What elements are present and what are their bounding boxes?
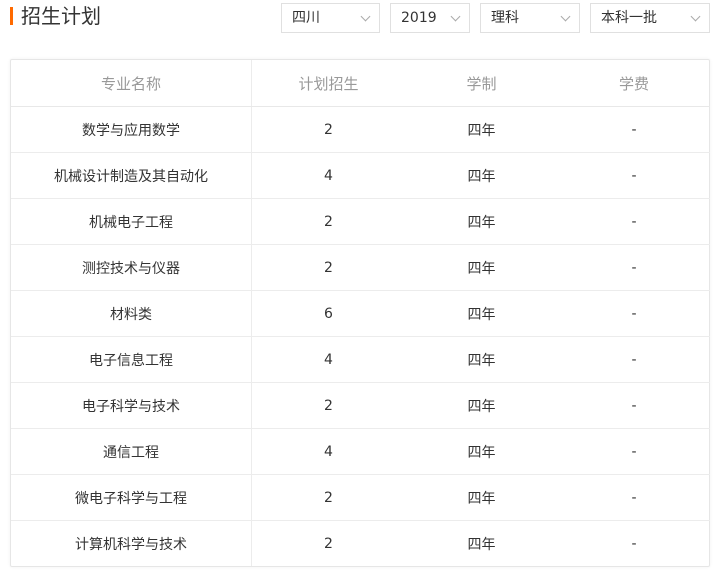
duration-cell: 四年: [405, 428, 558, 475]
major-cell: 电子信息工程: [11, 336, 252, 383]
major-cell: 计算机科学与技术: [11, 520, 252, 566]
plan-cell: 6: [251, 290, 405, 337]
plan-cell: 2: [251, 382, 405, 429]
batch-select-value: 本科一批: [601, 10, 657, 26]
duration-cell: 四年: [405, 474, 558, 521]
fee-cell: -: [558, 290, 710, 337]
column-header-plan: 计划招生: [251, 60, 405, 107]
major-cell: 材料类: [11, 290, 252, 337]
fee-cell: -: [558, 428, 710, 475]
plan-cell: 2: [251, 198, 405, 245]
duration-cell: 四年: [405, 152, 558, 199]
duration-cell: 四年: [405, 106, 558, 153]
column-header-major: 专业名称: [11, 60, 252, 107]
fee-cell: -: [558, 244, 710, 291]
duration-cell: 四年: [405, 198, 558, 245]
subject-select[interactable]: 理科: [480, 3, 580, 33]
column-header-fee: 学费: [558, 60, 710, 107]
chevron-down-icon: [360, 11, 371, 22]
column-header-duration: 学制: [405, 60, 558, 107]
chevron-down-icon: [690, 11, 701, 22]
duration-cell: 四年: [405, 244, 558, 291]
major-cell: 机械电子工程: [11, 198, 252, 245]
duration-cell: 四年: [467, 536, 496, 553]
province-select[interactable]: 四川: [281, 3, 380, 33]
subject-select-value: 理科: [491, 10, 519, 26]
plan-cell: 2: [251, 244, 405, 291]
fee-cell: -: [558, 382, 710, 429]
fee-cell: -: [631, 535, 637, 552]
header: 招生计划 四川 2019 理科 本科一批: [0, 0, 720, 44]
major-cell: 数学与应用数学: [11, 106, 252, 153]
chevron-down-icon: [560, 11, 571, 22]
plan-cell: 4: [251, 152, 405, 199]
table-row: 通信工程 4 四年 -: [11, 428, 710, 475]
title-accent-bar: [10, 7, 13, 25]
major-cell: 通信工程: [11, 428, 252, 475]
plan-cell: 2: [324, 535, 333, 552]
fee-cell: -: [558, 106, 710, 153]
fee-cell: -: [558, 198, 710, 245]
table-row: 材料类 6 四年 -: [11, 290, 710, 337]
plan-cell: 2: [251, 106, 405, 153]
table-row: 机械设计制造及其自动化 4 四年 -: [11, 152, 710, 199]
plan-cell: 4: [251, 336, 405, 383]
fee-cell: -: [558, 152, 710, 199]
table-header-row: 专业名称 计划招生 学制 学费: [11, 60, 710, 107]
table-row: 电子科学与技术 2 四年 -: [11, 382, 710, 429]
major-cell: 电子科学与技术: [11, 382, 252, 429]
major-cell: 微电子科学与工程: [11, 474, 252, 521]
table-row: 电子信息工程 4 四年 -: [11, 336, 710, 383]
major-cell: 机械设计制造及其自动化: [11, 152, 252, 199]
plan-cell: 2: [251, 474, 405, 521]
page-title: 招生计划: [21, 4, 101, 28]
batch-select[interactable]: 本科一批: [590, 3, 710, 33]
table-row: 计算机科学与技术 2 四年 -: [11, 520, 710, 566]
year-select-value: 2019: [401, 10, 437, 26]
plan-cell: 4: [251, 428, 405, 475]
table-row: 机械电子工程 2 四年 -: [11, 198, 710, 245]
enrollment-plan-table: 专业名称 计划招生 学制 学费 数学与应用数学 2 四年 - 机械设计制造及其自…: [10, 59, 710, 567]
table-row: 微电子科学与工程 2 四年 -: [11, 474, 710, 521]
fee-cell: -: [558, 474, 710, 521]
duration-cell: 四年: [405, 382, 558, 429]
table-row: 测控技术与仪器 2 四年 -: [11, 244, 710, 291]
chevron-down-icon: [450, 11, 461, 22]
duration-cell: 四年: [405, 336, 558, 383]
major-cell: 测控技术与仪器: [11, 244, 252, 291]
duration-cell: 四年: [405, 290, 558, 337]
table-row: 数学与应用数学 2 四年 -: [11, 106, 710, 153]
fee-cell: -: [558, 336, 710, 383]
province-select-value: 四川: [292, 10, 320, 26]
year-select[interactable]: 2019: [390, 3, 470, 33]
